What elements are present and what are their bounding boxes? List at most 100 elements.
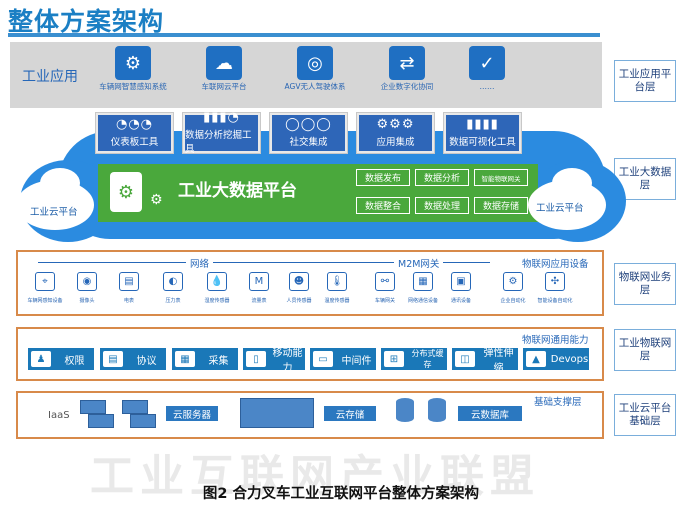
- bigdata-title: 工业大数据平台: [178, 181, 297, 201]
- middleware-icon: ▭: [313, 351, 333, 367]
- bd-function[interactable]: 数据分析: [415, 169, 469, 186]
- device-item[interactable]: ▣ 通讯设备: [442, 272, 480, 304]
- device-label: 温度传感器: [324, 298, 350, 304]
- app-item-agv[interactable]: ◎ AGV无人驾驶体系: [276, 46, 354, 91]
- bigdata-band: [98, 164, 538, 222]
- person-icon: ☻: [289, 272, 309, 291]
- capability-label: 协议: [136, 355, 157, 367]
- infra-label: 基础支撑层: [534, 397, 582, 408]
- bd-function[interactable]: 数据存储: [474, 197, 528, 214]
- tool-label: 仪表板工具: [110, 137, 159, 148]
- database-icon: [396, 398, 414, 422]
- device-item[interactable]: M 流量表: [240, 272, 278, 304]
- app-item-label: 车辆网智慧感知系统: [99, 82, 167, 91]
- app-item-more[interactable]: ✓ ……: [448, 46, 526, 91]
- chat-icon: ◯◯◯: [285, 117, 332, 132]
- industry-app-label: 工业应用: [22, 69, 78, 85]
- device-label: 通讯设备: [450, 298, 471, 304]
- layer-tag-label: 物联网业务层: [618, 271, 672, 296]
- check-icon: ✓: [469, 46, 505, 80]
- capability-cache[interactable]: ⊞ 分布式缓存: [381, 348, 447, 370]
- device-item[interactable]: ⌖ 车辆网感知设备: [26, 272, 64, 304]
- device-item[interactable]: ⚯ 车辆网关: [366, 272, 404, 304]
- capability-middleware[interactable]: ▭ 中间件: [310, 348, 376, 370]
- device-label: 湿度传感器: [204, 298, 230, 304]
- meter-icon: ▤: [119, 272, 139, 291]
- device-item[interactable]: ▦ 网络通信设备: [404, 272, 442, 304]
- app-item-perception[interactable]: ⚙ 车辆网智慧感知系统: [94, 46, 172, 91]
- device-label: 网络通信设备: [407, 298, 438, 304]
- layer-tag-label: 工业物联网层: [618, 337, 672, 362]
- device-icon: ▣: [451, 272, 471, 291]
- capability-label: 权限: [64, 355, 85, 367]
- capability-label: 中间件: [341, 355, 372, 367]
- device-item[interactable]: ◐ 压力表: [154, 272, 192, 304]
- app-item-collab[interactable]: ⇄ 企业数字化协同: [368, 46, 446, 91]
- layer-tag-app: 工业应用平台层: [614, 60, 676, 102]
- layer-tag-iot: 工业物联网层: [614, 329, 676, 371]
- m2m-label: M2M网关: [394, 256, 444, 270]
- tool-analysis[interactable]: ▮▮▮◔ 数据分析挖掘工具: [183, 111, 260, 155]
- gear-icon: ⚙⚙⚙: [376, 117, 415, 132]
- cache-icon: ⊞: [384, 351, 404, 367]
- server-icon: [130, 414, 156, 428]
- layer-tag-label: 工业应用平台层: [618, 68, 672, 93]
- device-label: 人员传感器: [286, 298, 312, 304]
- tool-app-integration[interactable]: ⚙⚙⚙ 应用集成: [357, 113, 434, 153]
- cloud-database-label: 云数据库: [458, 406, 522, 421]
- toggle-icon: ⇄: [389, 46, 425, 80]
- capability-label: 移动能力: [272, 348, 303, 374]
- database-icon: ⚙: [110, 172, 142, 212]
- device-item[interactable]: ✣ 智能设备自动化: [536, 272, 574, 304]
- device-item[interactable]: ▤ 电表: [110, 272, 148, 304]
- capability-permission[interactable]: ♟ 权限: [28, 348, 94, 370]
- server-icon: [122, 400, 148, 414]
- layer-tag-infra: 工业云平台基础层: [614, 394, 676, 436]
- capability-scale[interactable]: ◫ 弹性伸缩: [452, 348, 518, 374]
- bd-function[interactable]: 数据整合: [356, 197, 410, 214]
- device-item[interactable]: ⚙ 企业自动化: [494, 272, 532, 304]
- grid-icon: ▦: [413, 272, 433, 291]
- device-label: 企业自动化: [500, 298, 526, 304]
- device-item[interactable]: ☻ 人员传感器: [280, 272, 318, 304]
- network-label: 网络: [186, 256, 214, 270]
- chart-icon: ▮▮▮▮: [466, 117, 499, 132]
- figure-caption: 图2 合力叉车工业互联网平台整体方案架构: [202, 486, 480, 502]
- gear-icon: ⚙: [150, 192, 163, 208]
- camera-icon: ◉: [77, 272, 97, 291]
- automation-icon: ⚙: [503, 272, 523, 291]
- capability-protocol[interactable]: ▤ 协议: [100, 348, 166, 370]
- app-device-label: 物联网应用设备: [522, 259, 589, 270]
- user-icon: ♟: [31, 351, 51, 367]
- tool-social[interactable]: ◯◯◯ 社交集成: [270, 113, 347, 153]
- capability-label: 分布式缓存: [411, 349, 444, 369]
- cloud-left-puff: [40, 168, 80, 198]
- tool-label: 数据可视化工具: [449, 137, 516, 148]
- server-icon: [88, 414, 114, 428]
- device-label: 压力表: [165, 298, 181, 304]
- capability-label: 采集: [208, 355, 229, 367]
- cloud-storage-label: 云存储: [324, 406, 376, 421]
- flow-meter-icon: M: [249, 272, 269, 291]
- capability-collect[interactable]: ▦ 采集: [172, 348, 238, 370]
- app-item-label: ……: [479, 82, 495, 91]
- tool-dashboard[interactable]: ◔◔◔ 仪表板工具: [96, 113, 173, 153]
- cloud-right-label: 工业云平台: [536, 203, 584, 214]
- device-item[interactable]: 🌡 温度传感器: [318, 272, 356, 304]
- bd-function[interactable]: 数据处理: [415, 197, 469, 214]
- device-item[interactable]: ◉ 摄像头: [68, 272, 106, 304]
- device-item[interactable]: 💧 湿度传感器: [198, 272, 236, 304]
- app-item-cloud[interactable]: ☁ 车联网云平台: [185, 46, 263, 91]
- humidity-icon: 💧: [207, 272, 227, 291]
- capability-mobile[interactable]: ▯ 移动能力: [243, 348, 305, 374]
- capability-devops[interactable]: ▲ Devops: [523, 348, 589, 370]
- device-label: 摄像头: [79, 298, 95, 304]
- thermometer-icon: 🌡: [327, 272, 347, 291]
- bd-function[interactable]: 智能物联网关: [474, 169, 528, 186]
- tool-visualization[interactable]: ▮▮▮▮ 数据可视化工具: [444, 113, 521, 153]
- mobile-icon: ▯: [246, 351, 266, 367]
- app-item-label: 车联网云平台: [201, 82, 247, 91]
- gauge-icon: ◐: [163, 272, 183, 291]
- bd-function[interactable]: 数据发布: [356, 169, 410, 186]
- tool-label: 应用集成: [376, 137, 415, 148]
